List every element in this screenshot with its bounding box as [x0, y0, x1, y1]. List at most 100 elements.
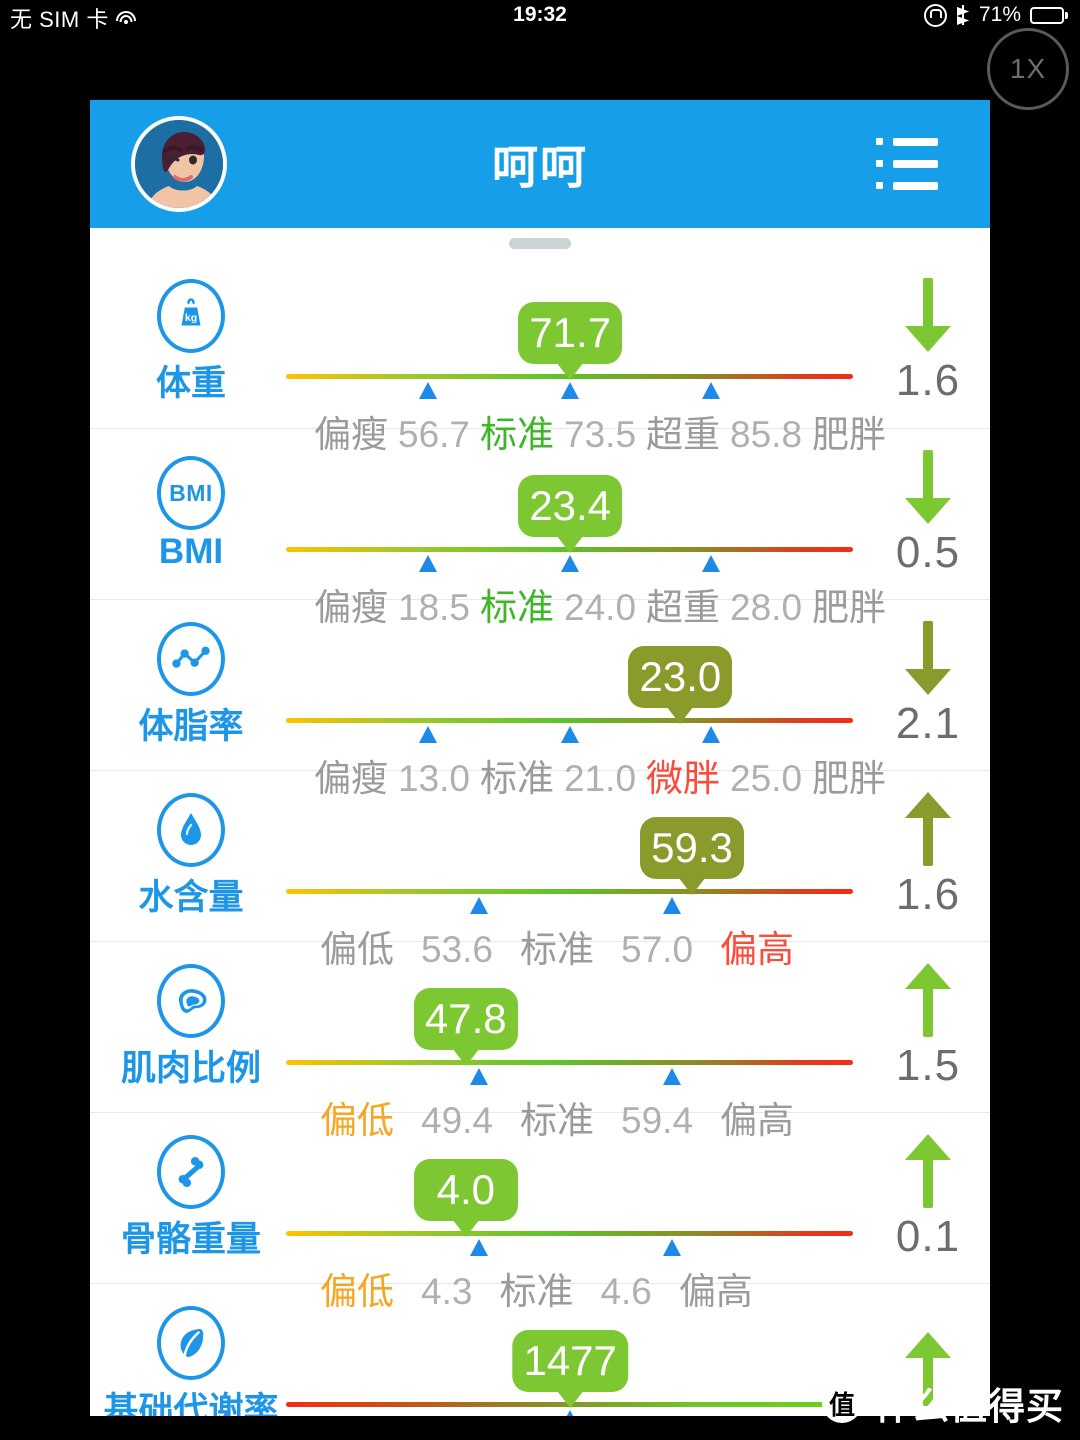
- metric-label: 骨骼重量: [120, 1219, 261, 1259]
- leaf-metabolism-icon: [157, 1305, 225, 1380]
- metric-trend: 1.6: [866, 771, 990, 941]
- metric-row[interactable]: 体脂率 23.0 偏瘦 13.0 标准 21.0 微胖 25.0 肥胖 2.1: [90, 600, 990, 799]
- bluetooth-icon: [956, 5, 970, 25]
- threshold-marker: [702, 555, 721, 572]
- metric-trend: 0.1: [866, 1113, 990, 1283]
- arrow-up-icon: [905, 963, 951, 1037]
- threshold-marker: [560, 382, 579, 399]
- metric-trend: 0.5: [866, 429, 990, 599]
- metric-trend: 2.1: [866, 600, 990, 770]
- metric-identity: 骨骼重量: [96, 1113, 286, 1283]
- arrow-up-icon: [905, 1134, 951, 1208]
- gauge-range-bar: [286, 718, 853, 723]
- muscle-meat-icon: [157, 963, 225, 1038]
- status-bar-right: 71%: [923, 3, 1068, 27]
- metric-gauge: 59.3 偏低 53.6 标准 57.0 偏高: [286, 771, 866, 970]
- metric-label: BMI: [158, 532, 224, 571]
- value-text: 47.8: [424, 995, 507, 1042]
- delta-value: 1.6: [895, 870, 961, 919]
- value-text: 23.4: [529, 482, 612, 529]
- delta-value: 2.1: [895, 699, 961, 748]
- watermark-logo-icon: 值: [822, 1383, 862, 1423]
- value-bubble: 47.8: [413, 988, 518, 1050]
- metric-row[interactable]: BMI BMI 23.4 偏瘦 18.5 标准 24.0 超重 28.0 肥胖 0.5: [90, 429, 990, 628]
- value-bubble: 4.0: [413, 1159, 518, 1221]
- metric-label: 肌肉比例: [120, 1048, 261, 1088]
- metrics-list[interactable]: kg 体重 71.7 偏瘦 56.7 标准 73.5 超重 85.8 肥胖 1.6 BMI BMI 23.…: [90, 228, 990, 1416]
- threshold-marker: [469, 897, 488, 914]
- body-fat-chart-icon: [157, 621, 225, 696]
- value-bubble: 71.7: [518, 302, 623, 364]
- metric-gauge: 47.8 偏低 49.4 标准 59.4 偏高: [286, 942, 866, 1141]
- arrow-down-icon: [905, 621, 951, 695]
- value-text: 23.0: [639, 653, 722, 700]
- status-bar-clock: 19:32: [513, 3, 567, 26]
- rotation-lock-icon: [923, 3, 947, 27]
- weight-kg-icon: kg: [157, 278, 225, 353]
- arrow-down-icon: [905, 450, 951, 524]
- app-window: 呵呵 kg 体重 71.7 偏瘦 56.7 标准 73.5 超重 85.8 肥胖 1.6 BMI BMI…: [90, 100, 990, 1416]
- svg-text:kg: kg: [185, 313, 197, 324]
- metric-label: 水含量: [138, 877, 244, 917]
- threshold-marker: [469, 1068, 488, 1085]
- delta-value: 1.6: [895, 356, 961, 405]
- threshold-marker: [418, 726, 437, 743]
- metric-identity: BMI BMI: [96, 429, 286, 599]
- value-bubble: 1477: [512, 1330, 628, 1392]
- metric-gauge: 71.7 偏瘦 56.7 标准 73.5 超重 85.8 肥胖: [286, 228, 886, 455]
- metric-row[interactable]: 骨骼重量 4.0 偏低 4.3 标准 4.6 偏高 0.1: [90, 1113, 990, 1312]
- threshold-marker: [560, 726, 579, 743]
- metric-gauge: 23.4 偏瘦 18.5 标准 24.0 超重 28.0 肥胖: [286, 429, 886, 628]
- watermark-text: 什么值得买: [874, 1386, 1064, 1427]
- threshold-marker: [702, 726, 721, 743]
- gauge-range-bar: [286, 1060, 853, 1065]
- status-bar: 无 SIM 卡 19:32 71%: [0, 0, 1080, 32]
- metric-trend: 1.5: [866, 942, 990, 1112]
- value-bubble: 59.3: [640, 817, 744, 879]
- threshold-marker: [560, 1410, 579, 1416]
- arrow-down-icon: [905, 278, 951, 352]
- metric-label: 基础代谢率: [103, 1390, 279, 1417]
- value-bubble: 23.4: [518, 475, 623, 537]
- metric-gauge: 1477: [286, 1284, 866, 1416]
- app-header: 呵呵: [90, 100, 990, 228]
- metric-gauge: 23.0 偏瘦 13.0 标准 21.0 微胖 25.0 肥胖: [286, 600, 886, 799]
- metric-row[interactable]: 水含量 59.3 偏低 53.6 标准 57.0 偏高 1.6: [90, 771, 990, 970]
- threshold-marker: [418, 382, 437, 399]
- battery-icon: [1030, 6, 1068, 24]
- arrow-up-icon: [905, 792, 951, 866]
- threshold-marker: [662, 1068, 681, 1085]
- gauge-ticks: [286, 1410, 853, 1416]
- metric-identity: 基础代谢率: [96, 1284, 286, 1416]
- metric-trend: 1.6: [866, 228, 990, 428]
- water-drop-icon: [157, 792, 225, 867]
- delta-value: 1.5: [895, 1041, 961, 1090]
- zoom-level-badge[interactable]: 1X: [987, 28, 1069, 110]
- value-text: 4.0: [436, 1166, 495, 1213]
- battery-percent-label: 71%: [978, 3, 1021, 26]
- value-text: 1477: [523, 1337, 617, 1384]
- metric-identity: kg 体重: [96, 228, 286, 428]
- page-title: 呵呵: [492, 141, 588, 193]
- threshold-marker: [418, 555, 437, 572]
- threshold-marker: [560, 555, 579, 572]
- threshold-marker: [469, 1239, 488, 1256]
- metric-identity: 体脂率: [96, 600, 286, 770]
- value-text: 59.3: [651, 824, 733, 871]
- metric-identity: 水含量: [96, 771, 286, 941]
- bmi-icon: BMI: [157, 456, 225, 530]
- watermark: 值 什么值得买: [822, 1376, 1064, 1430]
- phone-screenshot: 无 SIM 卡 19:32 71% 1X 呵呵 kg 体重 71.7 偏瘦 56…: [0, 0, 1080, 1440]
- metric-label: 体脂率: [138, 706, 244, 746]
- list-menu-icon[interactable]: [876, 138, 938, 190]
- delta-value: 0.1: [895, 1212, 961, 1261]
- value-text: 71.7: [529, 309, 612, 356]
- metric-row[interactable]: kg 体重 71.7 偏瘦 56.7 标准 73.5 超重 85.8 肥胖 1.6: [90, 228, 990, 455]
- metric-row[interactable]: 肌肉比例 47.8 偏低 49.4 标准 59.4 偏高 1.5: [90, 942, 990, 1141]
- metric-gauge: 4.0 偏低 4.3 标准 4.6 偏高: [286, 1113, 866, 1312]
- threshold-marker: [662, 1239, 681, 1256]
- gauge-range-bar: [286, 889, 853, 894]
- delta-value: 0.5: [895, 528, 961, 577]
- metric-identity: 肌肉比例: [96, 942, 286, 1112]
- metric-label: 体重: [155, 363, 226, 403]
